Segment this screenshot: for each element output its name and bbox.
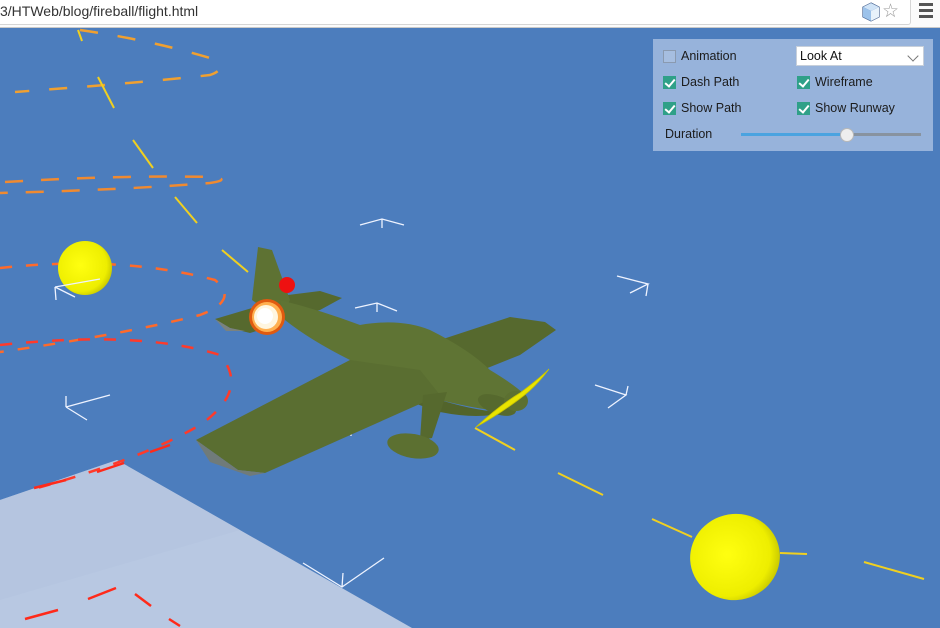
fireball (249, 299, 285, 335)
duration-slider-fill (741, 133, 848, 136)
cube-icon[interactable] (862, 2, 880, 22)
duration-slider-thumb[interactable] (840, 128, 855, 142)
animation-checkbox-box[interactable] (663, 49, 676, 63)
duration-label: Duration (665, 127, 713, 141)
dash-path-checkbox-box[interactable] (663, 75, 676, 89)
flight-path-upper (14, 28, 222, 94)
duration-slider[interactable] (741, 128, 921, 142)
red-marker (279, 277, 295, 293)
url-text[interactable]: 3/HTWeb/blog/fireball/flight.html (0, 3, 198, 19)
address-bar[interactable]: 3/HTWeb/blog/fireball/flight.html ☆ (0, 0, 911, 25)
dash-path-label: Dash Path (681, 75, 740, 89)
show-path-checkbox-box[interactable] (663, 101, 676, 115)
dash-path-checkbox[interactable]: Dash Path (663, 75, 739, 89)
camera-mode-select[interactable]: Look At (796, 46, 924, 66)
wireframe-label: Wireframe (815, 75, 873, 89)
flight-path-middle (0, 175, 223, 195)
camera-mode-value: Look At (800, 49, 842, 63)
animation-label: Animation (681, 49, 737, 63)
chevron-down-icon (907, 50, 919, 62)
star-icon[interactable]: ☆ (882, 1, 899, 23)
yellow-sphere-right (690, 513, 780, 601)
wireframe-checkbox-box[interactable] (797, 75, 810, 89)
show-runway-label: Show Runway (815, 101, 895, 115)
show-runway-checkbox-box[interactable] (797, 101, 810, 115)
airplane (196, 247, 556, 476)
hamburger-menu-icon[interactable] (919, 3, 933, 21)
show-path-checkbox[interactable]: Show Path (663, 101, 741, 115)
yellow-sphere-left (58, 241, 112, 295)
flight-path-lower (0, 262, 233, 492)
show-runway-checkbox[interactable]: Show Runway (797, 101, 895, 115)
wireframe-checkbox[interactable]: Wireframe (797, 75, 873, 89)
browser-toolbar: 3/HTWeb/blog/fireball/flight.html ☆ (0, 0, 940, 28)
show-path-label: Show Path (681, 101, 742, 115)
animation-checkbox[interactable]: Animation (663, 49, 737, 63)
control-panel: Animation Look At Dash Path Wireframe Sh… (653, 39, 933, 151)
